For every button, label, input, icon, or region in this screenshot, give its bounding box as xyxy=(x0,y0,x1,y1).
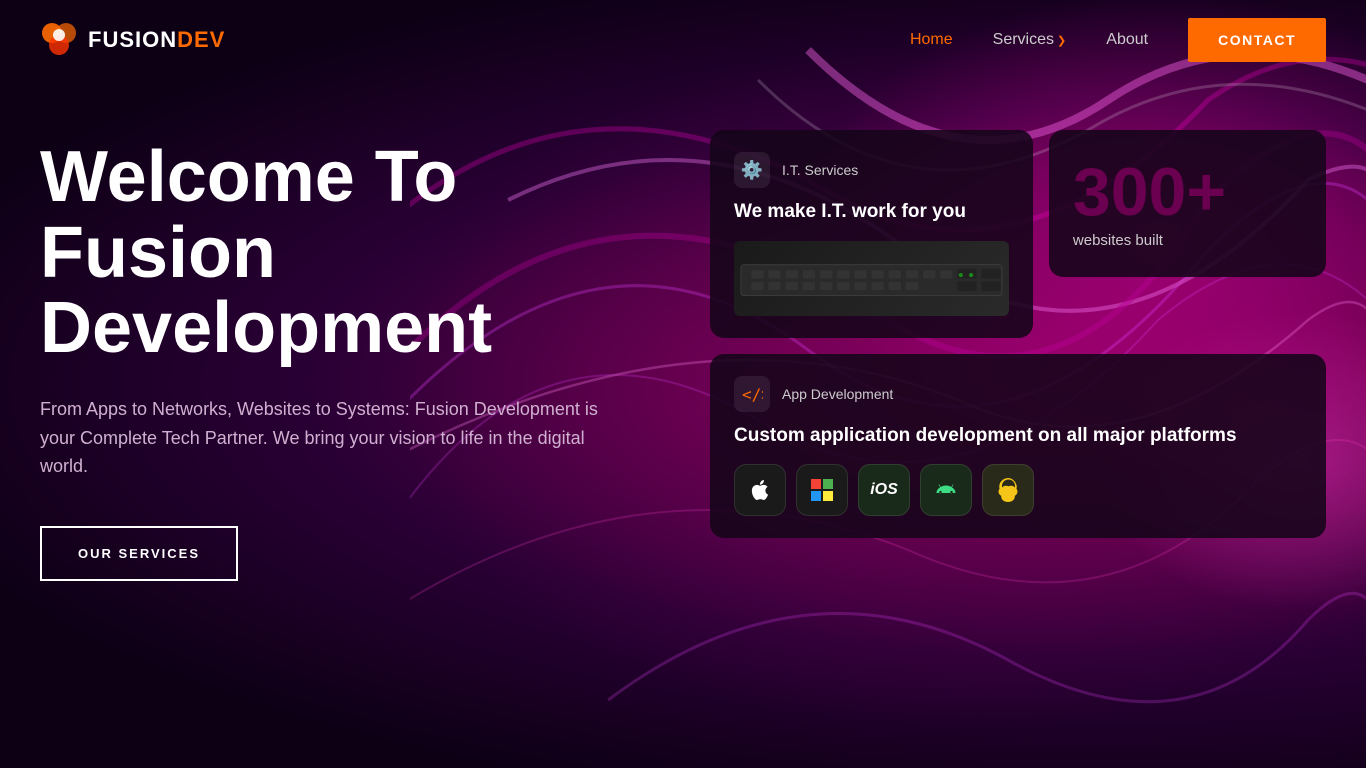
app-card-title: Custom application development on all ma… xyxy=(734,424,1302,449)
linux-icon xyxy=(982,464,1034,516)
hero-subtitle: From Apps to Networks, Websites to Syste… xyxy=(40,395,620,481)
our-services-button[interactable]: OUR SERVICES xyxy=(40,526,238,581)
logo-icon xyxy=(40,21,78,59)
cards-bottom-row: </> App Development Custom application d… xyxy=(710,354,1326,539)
app-dev-card: </> App Development Custom application d… xyxy=(710,354,1326,539)
app-card-tag: App Development xyxy=(782,386,893,402)
logo-text: FUSIONDEV xyxy=(88,27,225,53)
nav-item-contact[interactable]: CONTACT xyxy=(1188,18,1326,62)
nav-links: Home Services About CONTACT xyxy=(910,18,1326,62)
ios-icon: iOS xyxy=(858,464,910,516)
hero-right: ⚙️ I.T. Services We make I.T. work for y… xyxy=(690,120,1326,538)
app-card-header: </> App Development xyxy=(734,376,1302,412)
android-icon xyxy=(920,464,972,516)
stat-label: websites built xyxy=(1073,232,1163,249)
gear-icon: ⚙️ xyxy=(734,152,770,188)
navbar: FUSIONDEV Home Services About CONTACT xyxy=(0,0,1366,80)
it-card-title: We make I.T. work for you xyxy=(734,200,1009,225)
cards-top-row: ⚙️ I.T. Services We make I.T. work for y… xyxy=(710,130,1326,338)
it-card-header: ⚙️ I.T. Services xyxy=(734,152,1009,188)
svg-text:</>: </> xyxy=(742,385,763,404)
nav-item-home[interactable]: Home xyxy=(910,31,953,49)
stat-card: 300+ websites built xyxy=(1049,130,1326,277)
stat-number: 300+ xyxy=(1073,158,1226,226)
contact-button[interactable]: CONTACT xyxy=(1188,18,1326,62)
nav-link-home[interactable]: Home xyxy=(910,31,953,48)
nav-link-about[interactable]: About xyxy=(1106,31,1148,48)
network-switch-image xyxy=(734,241,1009,316)
platform-icons-list: iOS xyxy=(734,464,1302,516)
it-card-tag: I.T. Services xyxy=(782,162,858,178)
hero-left: Welcome To Fusion Development From Apps … xyxy=(40,120,690,581)
hero-section: Welcome To Fusion Development From Apps … xyxy=(0,80,1366,768)
apple-icon xyxy=(734,464,786,516)
logo[interactable]: FUSIONDEV xyxy=(40,21,225,59)
nav-item-services[interactable]: Services xyxy=(993,31,1067,49)
windows-icon xyxy=(796,464,848,516)
it-services-card: ⚙️ I.T. Services We make I.T. work for y… xyxy=(710,130,1033,338)
nav-link-services[interactable]: Services xyxy=(993,31,1067,48)
code-icon: </> xyxy=(734,376,770,412)
nav-item-about[interactable]: About xyxy=(1106,31,1148,49)
windows-grid xyxy=(811,479,833,501)
hero-title: Welcome To Fusion Development xyxy=(40,140,690,367)
